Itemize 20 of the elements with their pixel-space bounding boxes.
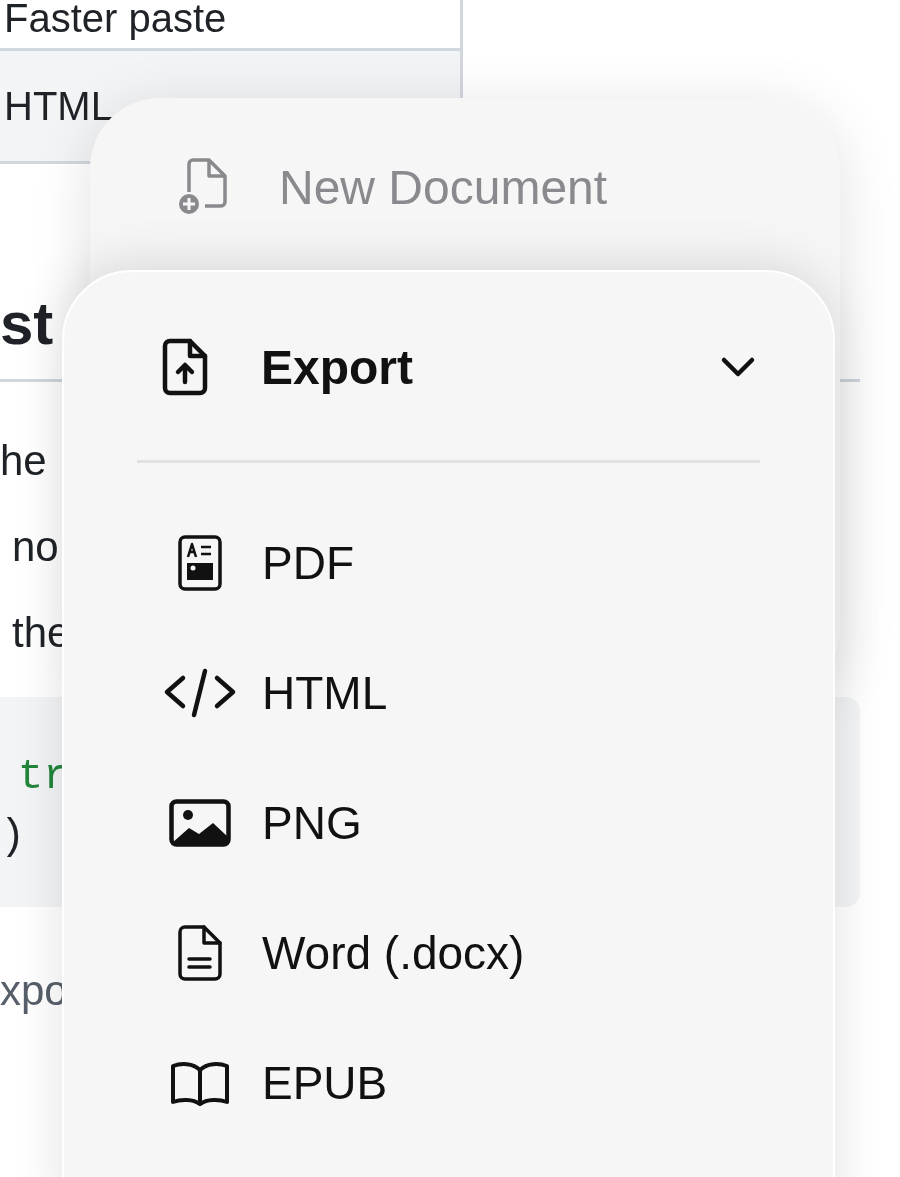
paragraph-text: he (0, 437, 47, 485)
code-icon (162, 668, 237, 718)
menu-item[interactable]: Word (.docx) (137, 888, 760, 1018)
menu-item[interactable]: PDF (137, 498, 760, 628)
paragraph-text: no (12, 523, 59, 571)
row-text: HTML (4, 83, 113, 129)
code-text: ) (0, 812, 26, 863)
code-text: tr (18, 752, 69, 803)
export-header[interactable]: Export (137, 332, 760, 402)
menu-item[interactable]: EPUB (137, 1018, 760, 1148)
menu-item[interactable]: PNG (137, 758, 760, 888)
image-icon (168, 799, 231, 847)
menu-item[interactable]: HTML (137, 628, 760, 758)
section-heading: st (0, 289, 54, 359)
file-upload-icon (162, 338, 208, 396)
row-text: Faster paste (4, 0, 227, 40)
document-image-icon (177, 535, 222, 591)
chevron-icon (720, 356, 756, 378)
book-icon (168, 1060, 231, 1106)
document-icon (177, 925, 222, 981)
